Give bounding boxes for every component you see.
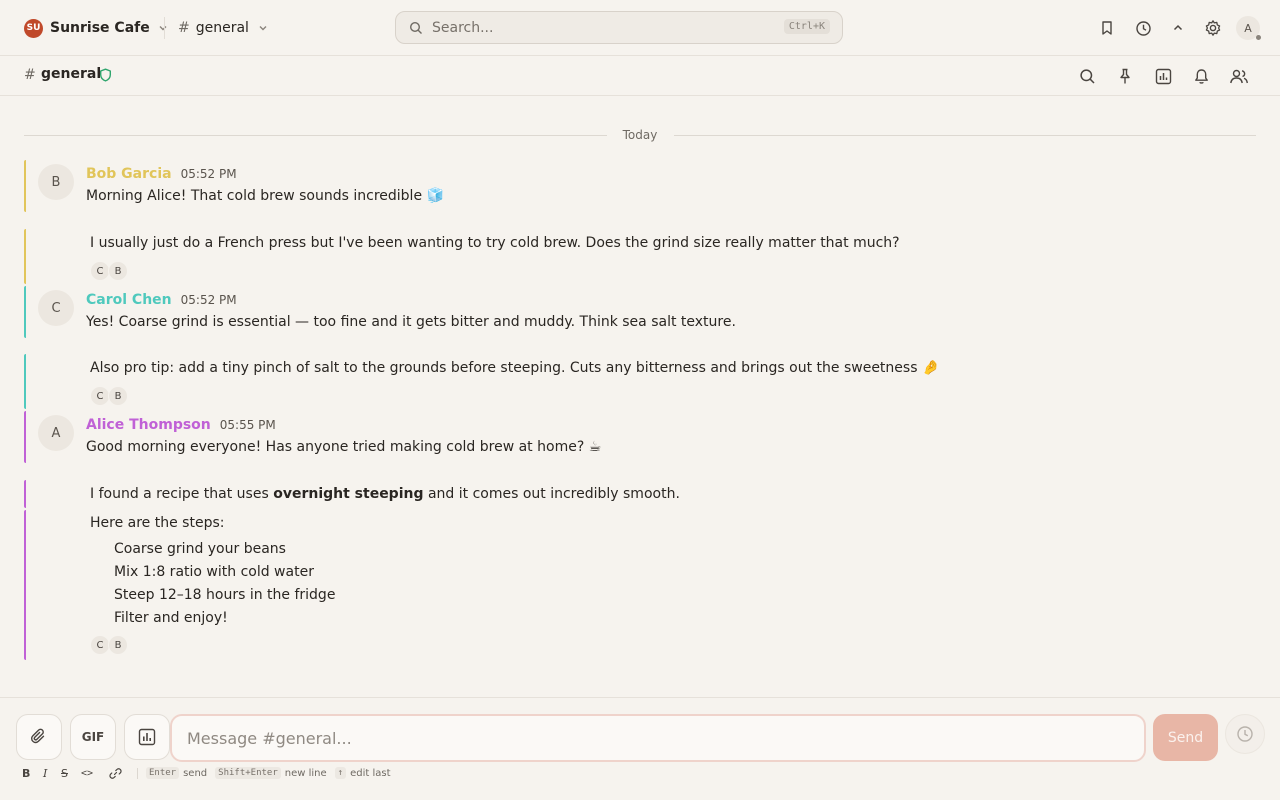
divider bbox=[137, 768, 138, 779]
hint-text: send bbox=[183, 767, 208, 779]
message-thread-line bbox=[24, 510, 26, 660]
read-receipts[interactable]: C B bbox=[90, 261, 128, 281]
message-author[interactable]: Alice Thompson bbox=[86, 417, 211, 433]
search-placeholder: Search... bbox=[432, 19, 494, 36]
reader-avatar: C bbox=[90, 261, 110, 281]
status-indicator bbox=[1256, 35, 1261, 40]
chevron-down-icon bbox=[258, 23, 268, 33]
bookmark-icon[interactable] bbox=[1096, 17, 1118, 39]
schedule-button[interactable] bbox=[1225, 714, 1265, 754]
channel-switcher[interactable]: # general bbox=[178, 17, 268, 39]
message-thread-line bbox=[24, 411, 26, 463]
list-item: Mix 1:8 ratio with cold water bbox=[114, 564, 314, 580]
bold-button[interactable]: B bbox=[22, 766, 30, 780]
channel-header: # general bbox=[0, 56, 1280, 96]
poll-icon bbox=[138, 728, 156, 746]
message-text: Yes! Coarse grind is essential — too fin… bbox=[86, 314, 736, 330]
clock-icon bbox=[1237, 726, 1253, 742]
message-header: Carol Chen 05:52 PM bbox=[86, 292, 237, 310]
hint-text: new line bbox=[284, 767, 327, 779]
list-item: Filter and enjoy! bbox=[114, 610, 228, 626]
history-icon[interactable] bbox=[1132, 17, 1154, 39]
user-avatar[interactable]: A bbox=[1236, 16, 1261, 40]
strikethrough-button[interactable]: S bbox=[61, 766, 68, 780]
list-item: Steep 12–18 hours in the fridge bbox=[114, 587, 336, 603]
search-shortcut: Ctrl+K bbox=[783, 19, 830, 34]
message-text: Morning Alice! That cold brew sounds inc… bbox=[86, 188, 444, 204]
reader-avatar: C bbox=[90, 386, 110, 406]
avatar[interactable]: C bbox=[38, 290, 74, 326]
poll-button[interactable] bbox=[124, 714, 170, 760]
reader-avatar: B bbox=[108, 261, 128, 281]
message-text: Good morning everyone! Has anyone tried … bbox=[86, 439, 602, 455]
read-receipts[interactable]: C B bbox=[90, 386, 128, 406]
avatar[interactable]: A bbox=[38, 415, 74, 451]
hint-text: edit last bbox=[350, 767, 391, 779]
italic-button[interactable]: I bbox=[43, 766, 47, 780]
list-item: Coarse grind your beans bbox=[114, 541, 286, 557]
hint-key: Shift+Enter bbox=[215, 767, 281, 779]
divider bbox=[164, 17, 165, 39]
message-time: 05:52 PM bbox=[180, 167, 237, 181]
send-button[interactable]: Send bbox=[1153, 714, 1218, 761]
date-divider-label: Today bbox=[622, 128, 658, 142]
message-text-part: and it comes out incredibly smooth. bbox=[423, 486, 680, 502]
search-icon[interactable] bbox=[1076, 65, 1098, 87]
search-bar[interactable]: Search... Ctrl+K bbox=[395, 11, 843, 44]
gear-icon[interactable] bbox=[1202, 17, 1224, 39]
hint-key: ↑ bbox=[334, 767, 347, 779]
workspace-switcher[interactable]: SU Sunrise Cafe bbox=[24, 17, 168, 39]
workspace-name: Sunrise Cafe bbox=[50, 20, 150, 36]
pin-icon[interactable] bbox=[1114, 65, 1136, 87]
read-receipts[interactable]: C B bbox=[90, 635, 128, 655]
shield-icon bbox=[99, 68, 112, 82]
message-text: Here are the steps: bbox=[90, 515, 225, 531]
user-avatar-initial: A bbox=[1244, 21, 1252, 35]
channel-title: general bbox=[41, 66, 102, 82]
link-button[interactable] bbox=[109, 766, 122, 780]
message-thread-line bbox=[24, 354, 26, 409]
message-composer: GIF Send B I S <> Enter send Shift+Enter… bbox=[0, 697, 1280, 800]
message-header: Alice Thompson 05:55 PM bbox=[86, 417, 276, 435]
message-author[interactable]: Bob Garcia bbox=[86, 166, 172, 182]
chevron-up-icon[interactable] bbox=[1167, 17, 1189, 39]
workspace-avatar: SU bbox=[24, 18, 43, 38]
keyboard-hints: Enter send Shift+Enter new line ↑ edit l… bbox=[146, 767, 399, 779]
message-text-part: I found a recipe that uses bbox=[90, 486, 274, 502]
message-thread-line bbox=[24, 480, 26, 508]
search-icon bbox=[409, 21, 423, 35]
message-text: Also pro tip: add a tiny pinch of salt t… bbox=[90, 360, 940, 376]
hash-icon: # bbox=[178, 20, 190, 36]
channel-switcher-label: general bbox=[195, 20, 249, 36]
chevron-down-icon bbox=[158, 23, 168, 33]
message-time: 05:55 PM bbox=[219, 418, 276, 432]
message-text: I found a recipe that uses overnight ste… bbox=[90, 486, 680, 502]
message-thread-line bbox=[24, 286, 26, 338]
date-divider: Today bbox=[24, 127, 1256, 143]
reader-avatar: C bbox=[90, 635, 110, 655]
paperclip-icon bbox=[31, 728, 45, 744]
hash-icon: # bbox=[24, 67, 36, 83]
message-text-bold: overnight steeping bbox=[273, 486, 424, 502]
bell-icon[interactable] bbox=[1190, 65, 1212, 87]
avatar[interactable]: B bbox=[38, 164, 74, 200]
top-bar: SU Sunrise Cafe # general Search... Ctrl… bbox=[0, 0, 1280, 56]
attach-button[interactable] bbox=[16, 714, 62, 760]
reader-avatar: B bbox=[108, 386, 128, 406]
link-icon bbox=[109, 767, 122, 779]
message-time: 05:52 PM bbox=[180, 293, 237, 307]
message-input[interactable] bbox=[170, 714, 1146, 762]
hint-key: Enter bbox=[146, 767, 180, 779]
members-icon[interactable] bbox=[1228, 65, 1250, 87]
message-thread-line bbox=[24, 229, 26, 284]
message-author[interactable]: Carol Chen bbox=[86, 292, 172, 308]
message-thread-line bbox=[24, 160, 26, 212]
message-text: I usually just do a French press but I'v… bbox=[90, 235, 900, 251]
poll-icon[interactable] bbox=[1152, 65, 1174, 87]
gif-button[interactable]: GIF bbox=[70, 714, 116, 760]
reader-avatar: B bbox=[108, 635, 128, 655]
message-header: Bob Garcia 05:52 PM bbox=[86, 166, 237, 184]
code-button[interactable]: <> bbox=[81, 766, 93, 780]
